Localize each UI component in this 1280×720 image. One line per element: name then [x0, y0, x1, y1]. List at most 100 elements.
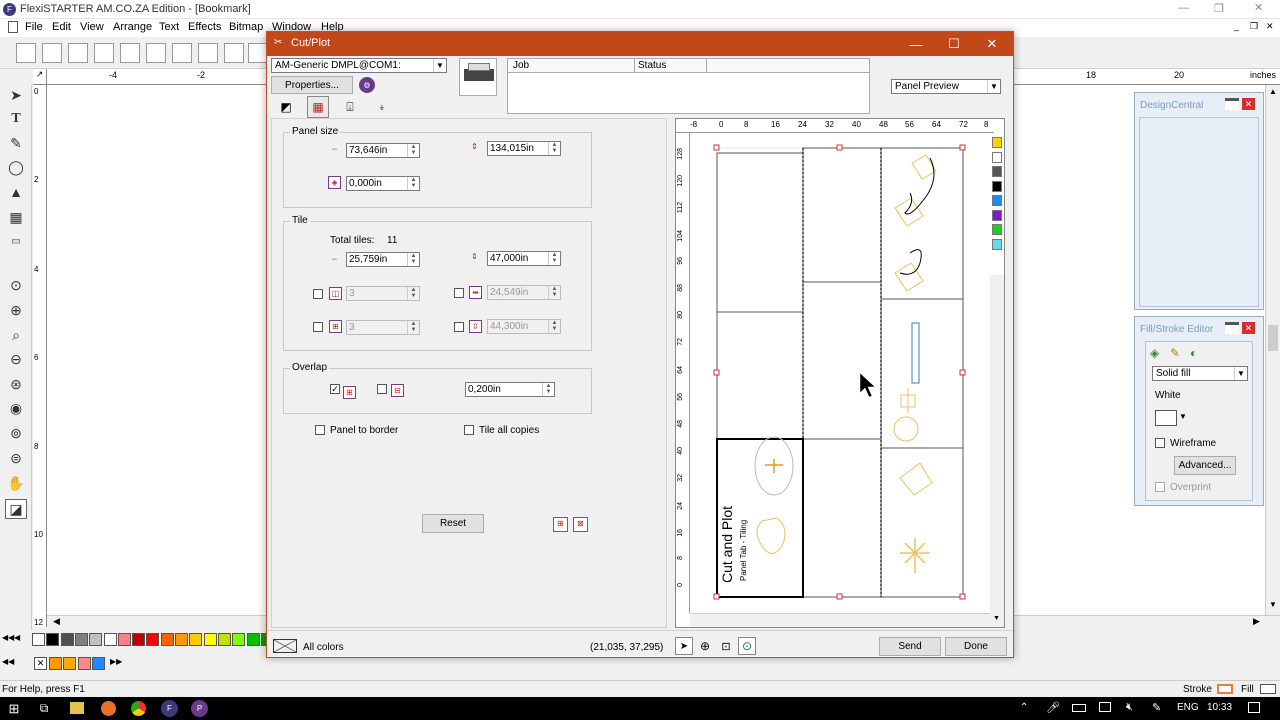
palette-swatch[interactable] [175, 633, 188, 646]
palette-swatch[interactable] [89, 633, 103, 646]
column-header-job[interactable]: Job [508, 59, 635, 73]
scroll-left-icon[interactable]: ◀ [53, 616, 60, 627]
scissors-icon[interactable] [224, 43, 244, 63]
selection-handle[interactable] [713, 144, 720, 151]
color-filter-swatch[interactable] [992, 209, 1002, 221]
tile-marks-icon[interactable]: ⊠ [573, 517, 588, 532]
measure-tool-icon[interactable]: ▭ [5, 231, 27, 251]
tile-row-size-checkbox[interactable] [454, 322, 464, 332]
mdi-close-icon[interactable]: ✕ [1266, 21, 1274, 32]
job-list[interactable]: Job Status [507, 58, 870, 114]
tile-rows-input[interactable]: 3 ▲ ▼ [346, 320, 420, 335]
mdi-minimize-icon[interactable]: _ [1234, 21, 1239, 31]
send-icon[interactable] [198, 43, 218, 63]
volume-icon[interactable]: 🔇︎ [1126, 701, 1133, 714]
spinner-icon[interactable]: ▲ ▼ [548, 286, 560, 299]
overlap-input[interactable]: 0,200in ▲ ▼ [465, 382, 555, 397]
device-settings-icon[interactable]: ⚙ [359, 77, 375, 93]
preview-zoom-page-icon[interactable]: ⊡ [717, 637, 735, 655]
dialog-maximize-icon[interactable]: ☐ [935, 32, 973, 56]
stroke-swatch[interactable] [1217, 684, 1233, 694]
preview-pointer-icon[interactable]: ➤ [675, 637, 693, 655]
preview-zoom-icon[interactable]: ⊕ [696, 637, 714, 655]
pointer-tool-icon[interactable]: ➤ [5, 85, 27, 105]
shape-edit-tool-icon[interactable]: ▲ [5, 182, 27, 202]
panel-to-border-checkbox[interactable] [315, 425, 325, 435]
panel-height-input[interactable]: 134,015in ▲ ▼ [487, 141, 561, 156]
windows-start-icon[interactable]: ⊞ [6, 701, 22, 716]
flexi-cutplot-icon[interactable]: P [191, 700, 208, 717]
palette-swatch[interactable] [46, 633, 60, 646]
panel-width-input[interactable]: 73,646in ▲ ▼ [346, 143, 420, 158]
chrome-icon[interactable] [131, 701, 146, 716]
selection-handle[interactable] [836, 593, 843, 600]
tab-options-icon[interactable]: ⍗ [341, 98, 359, 116]
task-view-icon[interactable]: ⧉ [36, 701, 52, 716]
export-icon[interactable] [120, 43, 140, 63]
microphone-icon[interactable]: 🎤︎ [1046, 701, 1060, 714]
tab-panel-icon[interactable]: ▦ [307, 96, 329, 118]
pan-hand-icon[interactable]: ✋ [5, 473, 27, 493]
notifications-icon[interactable] [1248, 702, 1260, 713]
battery-icon[interactable] [1072, 704, 1086, 712]
done-button[interactable]: Done [945, 637, 1007, 656]
tile-all-copies-checkbox[interactable] [464, 425, 474, 435]
scroll-down-icon[interactable]: ▼ [993, 615, 1000, 622]
wireframe-checkbox[interactable] [1155, 438, 1165, 448]
color-filter-swatch[interactable] [992, 238, 1002, 250]
palette-scroll-icon[interactable]: ◀◀ [2, 657, 14, 666]
fill-bucket-icon[interactable]: ◈ [1150, 346, 1159, 360]
palette-swatch[interactable] [246, 633, 260, 646]
new-icon[interactable] [16, 43, 36, 63]
spinner-icon[interactable]: ▲ ▼ [407, 253, 419, 266]
palette-swatch[interactable] [91, 657, 105, 670]
spinner-icon[interactable]: ▲ ▼ [542, 383, 554, 396]
zoom-all-icon[interactable]: ⊛ [5, 374, 27, 394]
save-icon[interactable] [68, 43, 88, 63]
spinner-icon[interactable]: ▲ ▼ [407, 287, 419, 300]
panel-minimize-icon[interactable] [1225, 322, 1239, 334]
overlap-horizontal-checkbox[interactable]: ✓ [330, 384, 340, 394]
panel-preview[interactable]: -8 0 8 16 24 32 40 48 56 64 72 8 128 120 1… [675, 118, 1005, 628]
palette-swatch[interactable] [60, 633, 74, 646]
fill-color-swatch[interactable] [1155, 410, 1177, 426]
scroll-thumb[interactable] [1268, 325, 1278, 351]
scroll-down-icon[interactable]: ▼ [1269, 600, 1277, 609]
selection-handle[interactable] [959, 369, 966, 376]
selection-handle[interactable] [713, 593, 720, 600]
pen-icon[interactable]: ✎ [1170, 346, 1180, 360]
ellipse-tool-icon[interactable]: ◯ [5, 157, 27, 177]
column-header-status[interactable]: Status [635, 59, 707, 73]
zoom-page-icon[interactable]: ⌕ [5, 325, 27, 345]
import-icon[interactable] [94, 43, 114, 63]
network-icon[interactable] [1099, 702, 1111, 712]
zoom-fit-icon[interactable]: ⊜ [5, 448, 27, 468]
spinner-icon[interactable]: ▲ ▼ [548, 142, 560, 155]
overprint-checkbox[interactable] [1155, 482, 1165, 492]
palette-swatch[interactable] [117, 633, 131, 646]
palette-scroll-icon[interactable]: ◀ [14, 633, 20, 642]
menu-effects[interactable]: Effects [188, 21, 221, 33]
zoom-icon[interactable]: ⊙ [5, 275, 27, 295]
send-button[interactable]: Send [879, 637, 941, 656]
clock[interactable]: 10:33 [1207, 702, 1232, 713]
menu-bitmap[interactable]: Bitmap [229, 21, 263, 33]
overlap-vertical-checkbox[interactable] [377, 384, 387, 394]
color-filter-swatch[interactable] [992, 151, 1002, 163]
print-icon[interactable] [146, 43, 166, 63]
gradient-icon[interactable]: ◐ [1190, 346, 1197, 360]
zoom-out-icon[interactable]: ⊖ [5, 349, 27, 369]
tile-height-input[interactable]: 47,000in ▲ ▼ [487, 251, 561, 266]
preview-mode-select[interactable]: Panel Preview ▼ [891, 79, 1001, 94]
tile-row-size-input[interactable]: 44,300in ▲ ▼ [487, 319, 561, 334]
palette-swatch[interactable] [77, 657, 91, 670]
color-filter-swatch[interactable] [992, 137, 1002, 148]
tile-width-input[interactable]: 25,759in ▲ ▼ [346, 252, 420, 267]
tile-columns-input[interactable]: 3 ▲ ▼ [346, 286, 420, 301]
color-filter-swatch[interactable] [992, 195, 1002, 206]
advanced-button[interactable]: Advanced... [1174, 456, 1236, 475]
fill-tool-icon[interactable]: ◪ [5, 499, 27, 519]
close-icon[interactable]: ✕ [1254, 1, 1263, 14]
fill-swatch[interactable] [1260, 684, 1276, 694]
preview-vscroll[interactable]: ▼ [990, 275, 1004, 627]
